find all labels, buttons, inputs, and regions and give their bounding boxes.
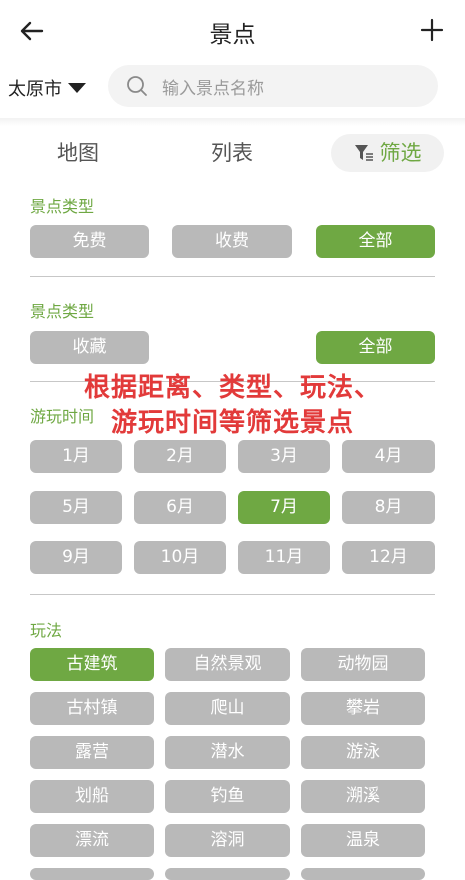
city-label: 太原市 (8, 79, 62, 100)
chip-month[interactable]: 11月 (238, 541, 330, 574)
chip-play[interactable]: 动物园 (301, 648, 425, 681)
chip-month[interactable]: 1月 (30, 440, 122, 473)
chip-play[interactable]: 攀岩 (301, 692, 425, 725)
annotation-line-2: 游玩时间等筛选景点 (110, 408, 354, 438)
tab-list[interactable]: 列表 (192, 134, 272, 172)
chip-month[interactable]: 4月 (342, 440, 435, 473)
chip-play[interactable]: 露营 (30, 736, 154, 769)
annotation-line-1: 根据距离、类型、玩法、 (83, 373, 381, 403)
chip-play[interactable]: 划船 (30, 780, 154, 813)
page-title: 景点 (209, 22, 256, 48)
chip-month-selected[interactable]: 7月 (238, 491, 330, 524)
chip-all-collect[interactable]: 全部 (316, 331, 435, 364)
chip-month[interactable]: 2月 (134, 440, 226, 473)
tab-map[interactable]: 地图 (38, 134, 118, 172)
chip-play[interactable]: 爬山 (165, 692, 290, 725)
tab-filter[interactable]: 筛选 (331, 134, 444, 172)
chip-month[interactable]: 5月 (30, 491, 122, 524)
chip-play[interactable]: 钓鱼 (165, 780, 290, 813)
chip-month[interactable]: 3月 (238, 440, 330, 473)
chip-month[interactable]: 12月 (342, 541, 435, 574)
chip-play[interactable]: 游泳 (301, 736, 425, 769)
chip-play[interactable]: 自然景观 (165, 648, 290, 681)
chip-month[interactable]: 9月 (30, 541, 122, 574)
chip-play[interactable]: 潜水 (165, 736, 290, 769)
chip-play-partial[interactable] (301, 868, 425, 880)
section-title-collect: 景点类型 (30, 302, 95, 321)
city-selector[interactable]: 太原市 (8, 75, 86, 101)
filter-icon (354, 145, 373, 161)
chip-all-type[interactable]: 全部 (316, 225, 435, 258)
chip-play[interactable]: 古村镇 (30, 692, 154, 725)
chip-month[interactable]: 6月 (134, 491, 226, 524)
chip-paid[interactable]: 收费 (172, 225, 292, 258)
chip-free[interactable]: 免费 (30, 225, 149, 258)
header-divider (0, 118, 465, 126)
chip-month[interactable]: 8月 (342, 491, 435, 524)
chip-favorites[interactable]: 收藏 (30, 331, 149, 364)
search-input[interactable]: 输入景点名称 (108, 65, 438, 107)
search-placeholder: 输入景点名称 (162, 78, 264, 99)
chip-play-partial[interactable] (165, 868, 290, 880)
view-tabs: 地图 列表 筛选 (0, 134, 465, 172)
chip-month[interactable]: 10月 (134, 541, 226, 574)
chip-play[interactable]: 漂流 (30, 824, 154, 857)
header: 景点 (0, 0, 465, 62)
section-title-type: 景点类型 (30, 197, 95, 216)
chip-play[interactable]: 温泉 (301, 824, 425, 857)
caret-down-icon (68, 83, 86, 93)
search-icon (127, 76, 147, 96)
tab-filter-label: 筛选 (379, 141, 422, 165)
chip-play[interactable]: 溯溪 (301, 780, 425, 813)
chip-play-selected[interactable]: 古建筑 (30, 648, 154, 681)
plus-icon[interactable] (419, 17, 445, 43)
section-title-play: 玩法 (30, 621, 63, 640)
divider (30, 594, 435, 595)
chip-play-partial[interactable] (30, 868, 154, 880)
divider (30, 276, 435, 277)
chip-play[interactable]: 溶洞 (165, 824, 290, 857)
